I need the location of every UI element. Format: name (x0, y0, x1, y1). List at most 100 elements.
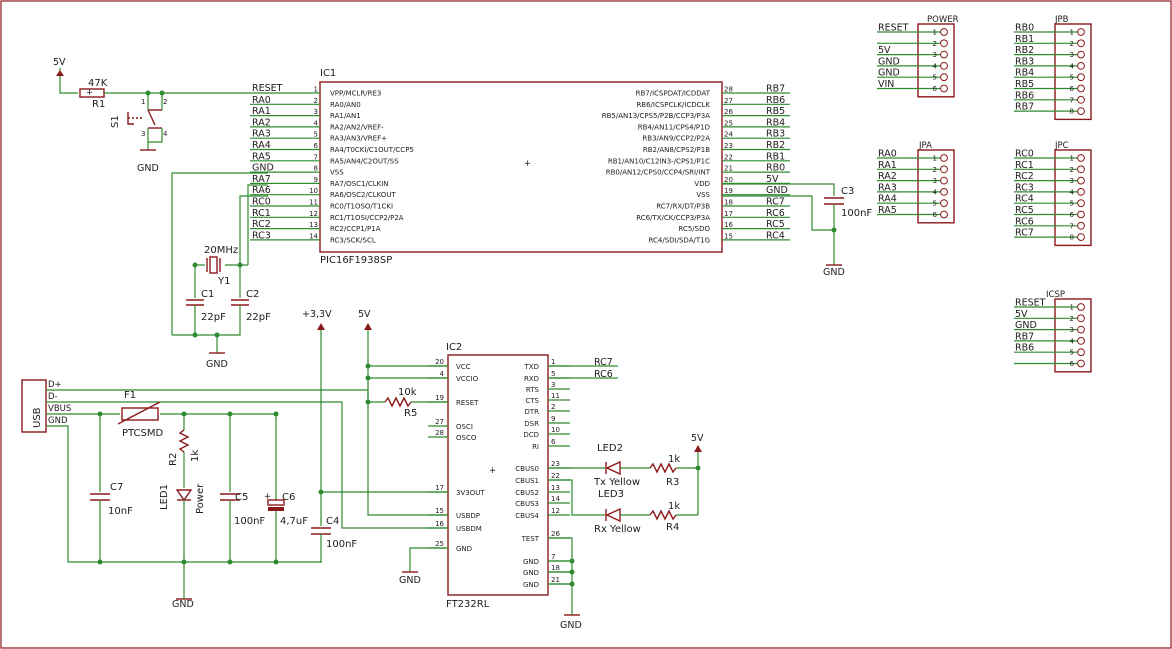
ic1-pin-function: RB2/AN8/CPS2/P1B (643, 146, 710, 154)
ic1-pin-number: 19 (724, 187, 733, 195)
ic1-net-label: RB4 (766, 117, 785, 128)
ic2-pin-number: 17 (435, 484, 444, 492)
ic2-pin-number: 25 (435, 540, 444, 548)
header-pin-number: 2 (933, 40, 937, 48)
ic1-pin-number: 18 (724, 199, 733, 207)
ic1-pin-number: 23 (724, 142, 733, 150)
ic1-pin-number: 24 (724, 131, 733, 139)
header-pin-number: 1 (933, 29, 937, 37)
ic1-pin-number: 13 (309, 221, 318, 229)
c3-decoupling: GND C3 100nF (722, 183, 872, 278)
ic1-net-label: GND (766, 185, 788, 196)
ic1-pin-function: RC7/RX/DT/P3B (656, 203, 710, 211)
r2-body (178, 429, 190, 453)
header-jpb: JPB1RB02RB13RB24RB35RB46RB57RB68RB7 (1014, 15, 1092, 121)
reset-5v-label: 5V (53, 57, 66, 68)
header-pin-circle (1077, 107, 1085, 115)
r4-value: 1k (668, 501, 680, 512)
ic1-name: IC1 (320, 68, 336, 79)
ic1-pin-function: RA2/AN2/VREF- (330, 123, 384, 131)
ic2-pin-function: GND (523, 569, 539, 577)
reset-net-label: RESET (252, 83, 283, 94)
test-gnd-label: GND (560, 620, 582, 631)
ic1-pin-number: 27 (724, 97, 733, 105)
header-pin-circle (940, 154, 948, 162)
f1-name: F1 (124, 390, 136, 401)
header-pin-number: 8 (1070, 108, 1074, 116)
ic2-pin-number: 12 (551, 507, 560, 515)
header-net-label: RA0 (878, 149, 897, 160)
ic1-pin-number: 6 (314, 142, 319, 150)
ic2-pin-function: CBUS2 (515, 489, 539, 497)
ic2-pin-function: USBDM (456, 525, 482, 533)
ic1-net-label: RA6 (252, 185, 271, 196)
ic1-pin-function: VSS (696, 191, 710, 199)
header-pin-circle (1077, 154, 1085, 162)
c5-value: 100nF (234, 516, 265, 527)
ic1-pin-number: 22 (724, 153, 733, 161)
header-pin-number: 6 (933, 85, 938, 93)
ic1-pin-number: 21 (724, 165, 733, 173)
ic1: IC1 PIC16F1938SP + 1 VPP/MCLR/RE3 2 RA0/AN0… (250, 68, 790, 266)
ic2-pin-number: 26 (551, 530, 560, 538)
r4-name: R4 (666, 522, 679, 533)
header-pin-circle (1077, 303, 1085, 311)
header-pin-circle (940, 39, 948, 48)
header-net-label: VIN (878, 79, 894, 90)
header-pin-number: 3 (1070, 177, 1074, 185)
c1-value: 22pF (201, 312, 226, 323)
ic1-origin-mark: + (524, 159, 531, 169)
header-pin-circle (940, 176, 948, 185)
ic2-pin-number: 9 (551, 415, 555, 423)
ic2-pin-function: RESET (456, 399, 479, 407)
header-pin-circle (940, 50, 948, 59)
header-pin-circle (1077, 165, 1085, 174)
ic2-pin-function: OSCI (456, 423, 473, 431)
header-pin-circle (1077, 233, 1085, 242)
ic1-net-label: RA2 (252, 117, 271, 128)
ic1-pin-function: VDD (694, 180, 710, 188)
header-pin-circle (1077, 221, 1085, 230)
header-pin-circle (940, 84, 948, 93)
ic1-pin-function: RA5/AN4/C2OUT/SS (330, 157, 399, 165)
ic1-pin-number: 2 (314, 97, 318, 105)
ic1-net-label: RC5 (766, 219, 785, 230)
ic1-net-label: RC1 (252, 208, 271, 219)
header-net-label: RB5 (1015, 79, 1034, 90)
ic1-pin-function: RB0/AN12/CPS0/CCP4/SRI/INT (606, 169, 711, 177)
header-net-label: RC7 (1015, 228, 1034, 239)
ic1-pin-number: 28 (724, 86, 733, 94)
ic2-right-wiring: RC7 RC6 LED2 Tx Yellow 1k R3 LED3 Rx Yel… (548, 357, 704, 631)
header-pin-circle (940, 210, 948, 219)
r5-name: R5 (404, 408, 417, 419)
ic2-pin-function: GND (523, 558, 539, 566)
header-net-label: RB0 (1015, 23, 1034, 34)
header-jpa: JPA1RA02RA13RA24RA35RA46RA5 (877, 141, 955, 224)
ic1-net-label: RB2 (766, 140, 785, 151)
vcc-5v-label: 5V (358, 309, 371, 320)
c6-value: 4,7uF (280, 516, 308, 527)
header-net-label: RA4 (878, 194, 897, 205)
led2-name: LED2 (597, 443, 623, 454)
ic1-net-label: RB6 (766, 95, 785, 106)
header-net-label: RA1 (878, 160, 897, 171)
ic2-pin-function: DCD (523, 431, 539, 439)
header-icsp: ICSP1RESET25V3GND4RB75RB66 (1014, 290, 1092, 373)
ic1-net-label: RC6 (766, 208, 785, 219)
rc6-net-label: RC6 (594, 369, 613, 380)
led1-name: LED1 (159, 484, 170, 510)
header-net-label: RB7 (1015, 102, 1034, 113)
r1-name: R1 (92, 99, 105, 110)
pin-headers: POWER1RESET235V4GND5GND6VINJPB1RB02RB13R… (877, 15, 1092, 373)
ic1-pins: 1 VPP/MCLR/RE3 2 RA0/AN0 RA0 3 RA1/AN1 RA1 4 RA2/… (250, 84, 790, 244)
ic2-pin-function: DTR (524, 408, 539, 416)
r2-value: 1k (190, 450, 201, 462)
ic1-net-label: RA3 (252, 129, 271, 140)
header-net-label: RC3 (1015, 182, 1034, 193)
r1-value: 47K (88, 78, 108, 89)
ic2-pin-number: 13 (551, 484, 560, 492)
y1-name: Y1 (217, 276, 230, 287)
header-net-label: RC5 (1015, 205, 1034, 216)
ic2-pin-number: 4 (440, 370, 445, 378)
ic1-pin-number: 16 (724, 221, 733, 229)
